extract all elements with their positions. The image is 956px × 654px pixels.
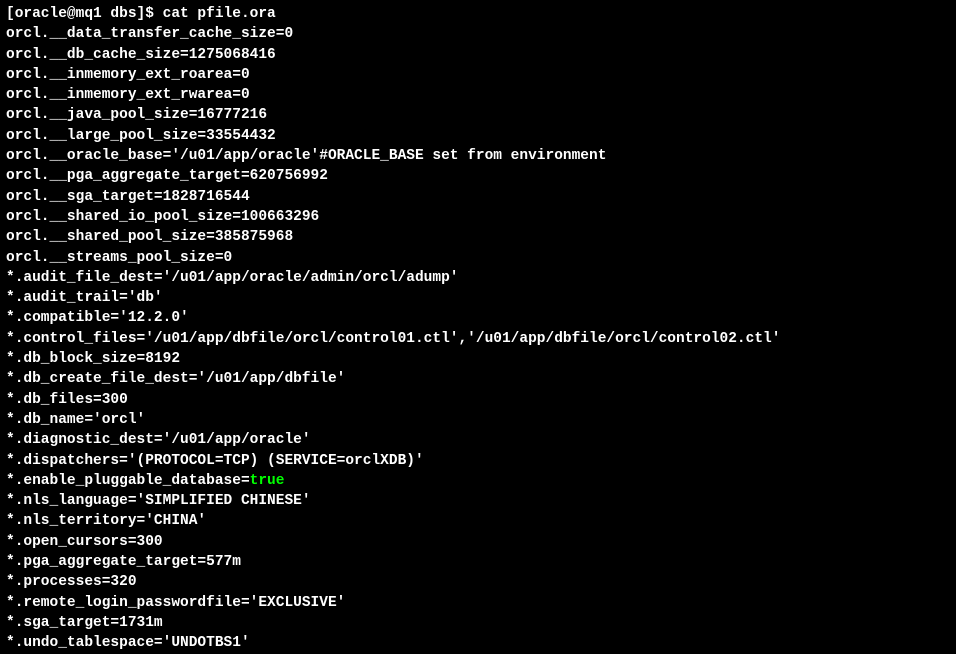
terminal-output-line[interactable]: *.open_cursors=300 (6, 532, 950, 552)
terminal-output-line[interactable]: *.db_block_size=8192 (6, 349, 950, 369)
terminal-output-line[interactable]: *.audit_file_dest='/u01/app/oracle/admin… (6, 268, 950, 288)
terminal-output-block[interactable]: orcl.__data_transfer_cache_size=0orcl.__… (6, 24, 950, 471)
terminal-output-line[interactable]: *.db_name='orcl' (6, 410, 950, 430)
terminal-output-line[interactable]: orcl.__streams_pool_size=0 (6, 248, 950, 268)
terminal-prompt-line[interactable]: [oracle@mq1 dbs]$ cat pfile.ora (6, 4, 950, 24)
terminal-output-line[interactable]: orcl.__inmemory_ext_rwarea=0 (6, 85, 950, 105)
terminal-output-line[interactable]: orcl.__large_pool_size=33554432 (6, 126, 950, 146)
terminal-output-block[interactable]: *.nls_language='SIMPLIFIED CHINESE'*.nls… (6, 491, 950, 653)
terminal-output-line[interactable]: orcl.__sga_target=1828716544 (6, 187, 950, 207)
terminal-output-line[interactable]: orcl.__oracle_base='/u01/app/oracle'#ORA… (6, 146, 950, 166)
param-key: *.enable_pluggable_database= (6, 473, 250, 489)
terminal-output-line[interactable]: orcl.__pga_aggregate_target=620756992 (6, 166, 950, 186)
terminal-output-line[interactable]: *.diagnostic_dest='/u01/app/oracle' (6, 430, 950, 450)
terminal-output-line[interactable]: *.dispatchers='(PROTOCOL=TCP) (SERVICE=o… (6, 451, 950, 471)
terminal-output-line[interactable]: orcl.__data_transfer_cache_size=0 (6, 24, 950, 44)
terminal-output-line[interactable]: *.db_files=300 (6, 390, 950, 410)
terminal-output-line[interactable]: *.control_files='/u01/app/dbfile/orcl/co… (6, 329, 950, 349)
terminal-output-line[interactable]: *.remote_login_passwordfile='EXCLUSIVE' (6, 593, 950, 613)
terminal-output-line[interactable]: orcl.__shared_io_pool_size=100663296 (6, 207, 950, 227)
terminal-output-line[interactable]: *.audit_trail='db' (6, 288, 950, 308)
param-value-true: true (250, 473, 285, 489)
terminal-output-line[interactable]: *.compatible='12.2.0' (6, 308, 950, 328)
terminal-output-line[interactable]: orcl.__java_pool_size=16777216 (6, 105, 950, 125)
terminal-output-line[interactable]: *.sga_target=1731m (6, 613, 950, 633)
terminal-output-line[interactable]: *.pga_aggregate_target=577m (6, 552, 950, 572)
terminal-output-line[interactable]: *.nls_language='SIMPLIFIED CHINESE' (6, 491, 950, 511)
terminal-output-line[interactable]: *.processes=320 (6, 572, 950, 592)
terminal-output-line[interactable]: *.nls_territory='CHINA' (6, 511, 950, 531)
terminal-output-line[interactable]: *.undo_tablespace='UNDOTBS1' (6, 633, 950, 653)
terminal-output-line[interactable]: orcl.__inmemory_ext_roarea=0 (6, 65, 950, 85)
terminal-output-line[interactable]: *.db_create_file_dest='/u01/app/dbfile' (6, 369, 950, 389)
terminal-output-line[interactable]: orcl.__db_cache_size=1275068416 (6, 45, 950, 65)
terminal-output-line[interactable]: *.enable_pluggable_database=true (6, 471, 950, 491)
terminal-output-line[interactable]: orcl.__shared_pool_size=385875968 (6, 227, 950, 247)
